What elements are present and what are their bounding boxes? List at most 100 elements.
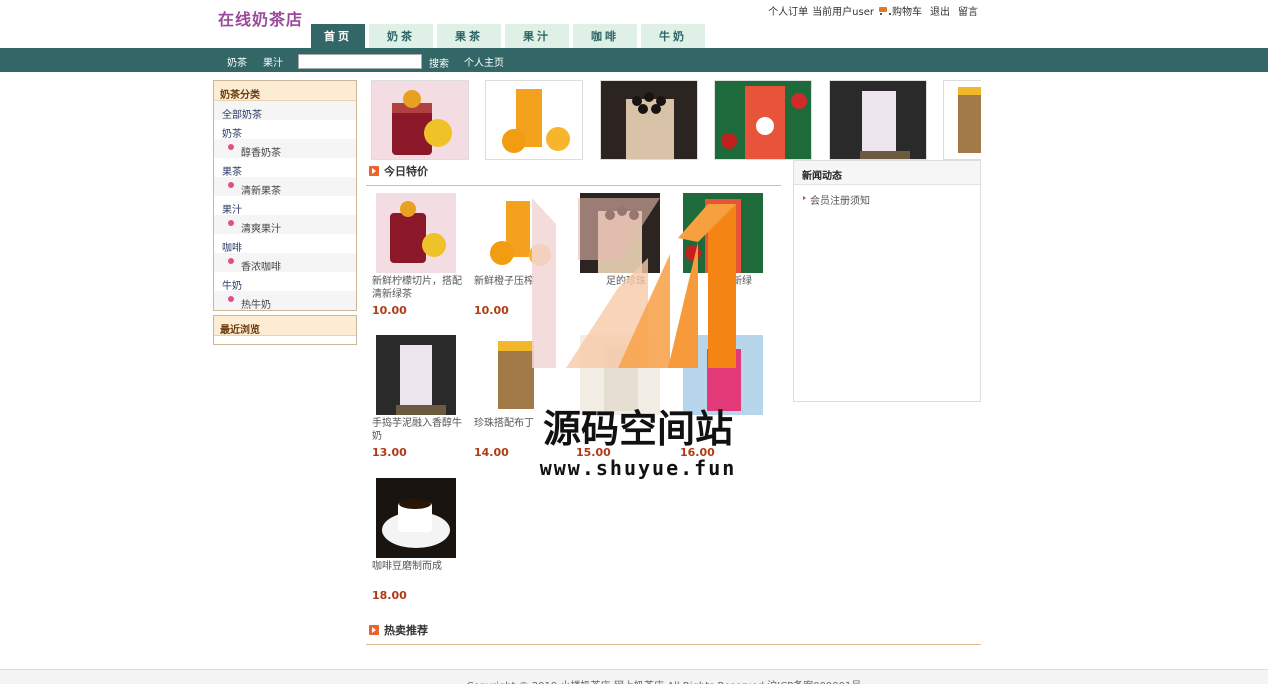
watermark-url: www.shuyue.fun xyxy=(539,456,737,480)
carousel-image[interactable] xyxy=(714,80,812,160)
product-description: 珍珠搭配布丁 xyxy=(474,418,534,429)
product-price: 15.00 xyxy=(576,446,611,459)
product-price: 10.00 xyxy=(372,304,407,317)
product-description xyxy=(680,417,776,443)
bullet-icon xyxy=(228,258,234,264)
news-panel: 新闻动态 会员注册须知 xyxy=(793,160,981,402)
product-card[interactable]: 新鲜橙子压榨 10.00 xyxy=(474,193,570,317)
search-button[interactable]: 搜索 xyxy=(429,55,449,70)
category-panel: 奶茶分类 全部奶茶 奶茶 醇香奶茶 果茶 清新果茶 果汁 清爽果汁 咖啡 香浓咖… xyxy=(213,80,357,311)
product-description: 足的珍珠 xyxy=(606,276,646,287)
category-title: 奶茶分类 xyxy=(214,81,356,101)
subcategory-label: 热牛奶 xyxy=(241,300,271,311)
main-tabs: 首页 奶茶 果茶 果汁 咖啡 牛奶 xyxy=(311,24,705,48)
logout-link[interactable]: 退出 xyxy=(930,3,950,18)
top-links: 个人订单 当前用户user 购物车 退出 留言 xyxy=(768,3,978,18)
subcategory-fruit-tea[interactable]: 清新果茶 xyxy=(214,177,356,197)
product-image[interactable] xyxy=(683,335,763,415)
today-special-header: 今日特价 xyxy=(369,163,428,179)
product-description: 咖啡豆磨制而成 xyxy=(372,561,442,572)
product-price: 14.00 xyxy=(474,446,509,459)
carousel-image[interactable] xyxy=(600,80,698,160)
tab-milk[interactable]: 牛奶 xyxy=(641,24,705,48)
orders-link[interactable]: 个人订单 xyxy=(768,3,808,18)
product-card[interactable]: 咖啡豆磨制而成 18.00 xyxy=(372,478,468,602)
subcategory-label: 清新果茶 xyxy=(241,186,281,197)
category-all[interactable]: 全部奶茶 xyxy=(214,101,356,121)
product-card[interactable]: 珍珠搭配布丁 14.00 xyxy=(474,335,570,459)
product-card[interactable]: 清新绿 xyxy=(680,193,776,304)
bullet-icon xyxy=(228,220,234,226)
product-image[interactable] xyxy=(376,335,456,415)
hot-sale-header: 热卖推荐 xyxy=(369,622,428,638)
product-description: 手捣芋泥融入香醇牛奶 xyxy=(372,418,462,442)
tab-juice[interactable]: 果汁 xyxy=(505,24,569,48)
product-description: 新鲜橙子压榨 xyxy=(474,276,534,287)
product-price: 18.00 xyxy=(372,589,407,602)
tab-coffee[interactable]: 咖啡 xyxy=(573,24,637,48)
category-fruit-tea[interactable]: 果茶 xyxy=(214,158,356,178)
product-price: 16.00 xyxy=(680,446,715,459)
product-card[interactable]: 16.00 xyxy=(680,335,776,459)
divider xyxy=(366,644,981,645)
carousel-image[interactable] xyxy=(943,80,981,160)
product-image[interactable] xyxy=(580,335,660,415)
message-link[interactable]: 留言 xyxy=(958,3,978,18)
news-title: 新闻动态 xyxy=(794,161,980,185)
site-logo[interactable]: 在线奶茶店 xyxy=(218,6,303,30)
product-image[interactable] xyxy=(376,478,456,558)
tab-fruit-tea[interactable]: 果茶 xyxy=(437,24,501,48)
subcategory-coffee[interactable]: 香浓咖啡 xyxy=(214,253,356,273)
news-item[interactable]: 会员注册须知 xyxy=(794,185,980,207)
current-user: 当前用户user xyxy=(812,7,874,18)
category-coffee[interactable]: 咖啡 xyxy=(214,234,356,254)
section-title: 今日特价 xyxy=(384,165,428,178)
arrow-icon xyxy=(369,625,379,635)
subcategory-milk[interactable]: 热牛奶 xyxy=(214,291,356,311)
product-description: 新鲜柠檬切片，搭配清新绿茶 xyxy=(372,276,462,300)
product-card[interactable]: 手捣芋泥融入香醇牛奶 13.00 xyxy=(372,335,468,459)
carousel-image[interactable] xyxy=(485,80,583,160)
tab-home[interactable]: 首页 xyxy=(311,24,365,48)
category-milk[interactable]: 牛奶 xyxy=(214,272,356,292)
bullet-icon xyxy=(228,144,234,150)
section-title: 热卖推荐 xyxy=(384,624,428,637)
product-image[interactable] xyxy=(376,193,456,273)
category-juice[interactable]: 果汁 xyxy=(214,196,356,216)
product-card[interactable]: 足的珍珠 xyxy=(576,193,672,304)
product-description: 清新绿 xyxy=(722,276,752,287)
carousel-image[interactable] xyxy=(829,80,927,160)
bullet-icon xyxy=(228,296,234,302)
search-input[interactable] xyxy=(298,54,422,69)
recent-title: 最近浏览 xyxy=(214,316,356,336)
subcategory-label: 清爽果汁 xyxy=(241,224,281,235)
category-milk-tea[interactable]: 奶茶 xyxy=(214,120,356,140)
product-image[interactable] xyxy=(580,193,660,273)
product-card[interactable]: 15.00 xyxy=(576,335,672,459)
subcategory-label: 香浓咖啡 xyxy=(241,262,281,273)
product-card[interactable]: 新鲜柠檬切片，搭配清新绿茶 10.00 xyxy=(372,193,468,317)
nav-link-juice[interactable]: 果汁 xyxy=(263,54,283,69)
recent-panel: 最近浏览 xyxy=(213,315,357,345)
product-price: 10.00 xyxy=(474,304,509,317)
footer: Copyright © 2019 小楼奶茶店-网上奶茶店 All Rights … xyxy=(0,669,1268,684)
product-image[interactable] xyxy=(478,193,558,273)
cart-link[interactable]: 购物车 xyxy=(892,3,922,18)
nav-bar: 奶茶 果汁 搜索 个人主页 xyxy=(0,48,1268,72)
divider xyxy=(366,185,781,186)
tab-milk-tea[interactable]: 奶茶 xyxy=(369,24,433,48)
product-image[interactable] xyxy=(478,335,558,415)
personal-home-link[interactable]: 个人主页 xyxy=(464,54,504,69)
product-image[interactable] xyxy=(683,193,763,273)
cart-icon[interactable] xyxy=(878,6,891,15)
subcategory-juice[interactable]: 清爽果汁 xyxy=(214,215,356,235)
arrow-icon xyxy=(369,166,379,176)
nav-link-milk-tea[interactable]: 奶茶 xyxy=(227,54,247,69)
subcategory-milk-tea[interactable]: 醇香奶茶 xyxy=(214,139,356,159)
subcategory-label: 醇香奶茶 xyxy=(241,148,281,159)
carousel-image[interactable] xyxy=(371,80,469,160)
product-description xyxy=(576,417,672,443)
product-carousel xyxy=(371,80,981,160)
product-price: 13.00 xyxy=(372,446,407,459)
bullet-icon xyxy=(228,182,234,188)
